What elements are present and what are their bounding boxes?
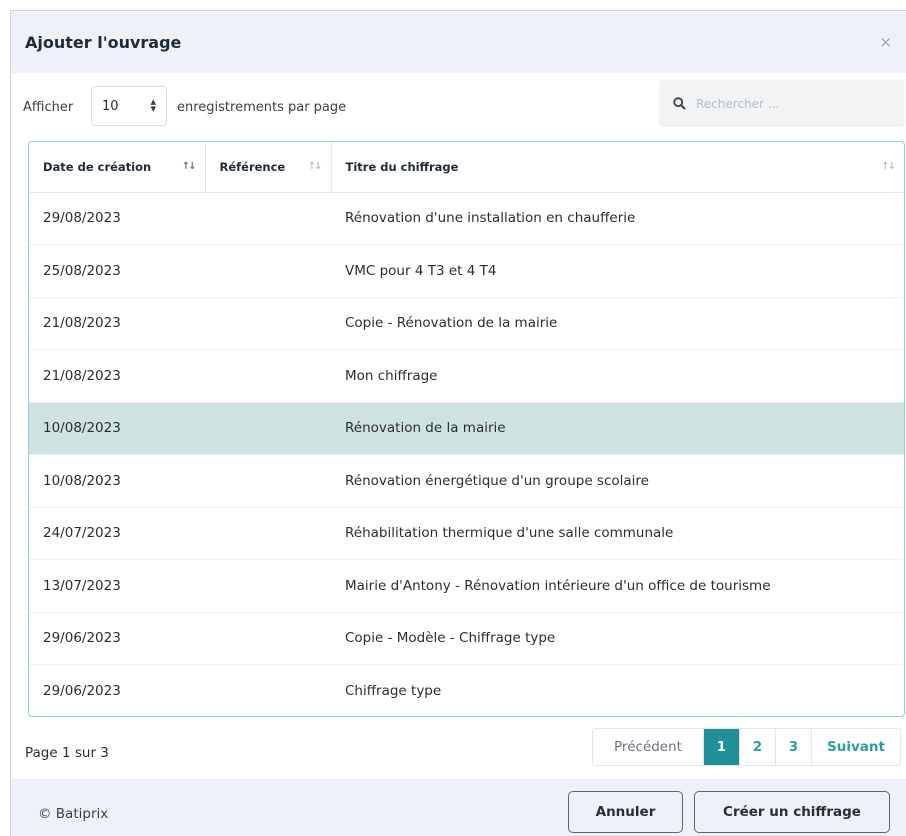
cell-reference bbox=[205, 349, 331, 403]
table-row[interactable]: 21/08/2023 Mon chiffrage bbox=[29, 349, 904, 403]
cell-reference bbox=[205, 665, 331, 717]
page-length-value: 10 bbox=[102, 98, 119, 114]
column-header-label: Date de création bbox=[43, 159, 152, 174]
page-2-button[interactable]: 2 bbox=[740, 729, 776, 765]
search-input[interactable] bbox=[696, 96, 876, 111]
page-1-button[interactable]: 1 bbox=[704, 729, 740, 765]
cell-reference bbox=[205, 402, 331, 455]
page-3-button[interactable]: 3 bbox=[776, 729, 812, 765]
cell-title: VMC pour 4 T3 et 4 T4 bbox=[331, 244, 904, 298]
select-arrows-icon: ▴ ▾ bbox=[150, 95, 156, 115]
table-row[interactable]: 24/07/2023 Réhabilitation thermique d'une… bbox=[29, 507, 904, 560]
cell-date: 24/07/2023 bbox=[29, 507, 205, 560]
table-header-row: Date de création ↑↓ Référence ↑↓ Titre d… bbox=[29, 142, 904, 193]
cell-title: Copie - Rénovation de la mairie bbox=[331, 297, 904, 350]
cell-title: Rénovation énergétique d'un groupe scola… bbox=[331, 454, 904, 508]
add-work-modal: Ajouter l'ouvrage × Afficher 10 ▴ ▾ enreg… bbox=[10, 10, 906, 836]
table-row[interactable]: 25/08/2023 VMC pour 4 T3 et 4 T4 bbox=[29, 244, 904, 298]
cell-reference bbox=[205, 507, 331, 560]
column-header-label: Référence bbox=[219, 159, 286, 174]
cell-date: 29/08/2023 bbox=[29, 192, 205, 245]
cell-reference bbox=[205, 559, 331, 613]
table-body: 29/08/2023 Rénovation d'une installation … bbox=[29, 192, 904, 717]
sort-icon: ↑↓ bbox=[181, 161, 197, 172]
modal-title: Ajouter l'ouvrage bbox=[25, 32, 182, 52]
cell-reference bbox=[205, 612, 331, 665]
modal-header: Ajouter l'ouvrage × bbox=[11, 11, 906, 73]
cell-reference bbox=[205, 297, 331, 350]
cell-date: 29/06/2023 bbox=[43, 683, 121, 699]
column-header-label: Titre du chiffrage bbox=[345, 159, 459, 174]
cell-title: Rénovation d'une installation en chauffe… bbox=[331, 192, 904, 245]
table-row[interactable]: 29/06/2023 Chiffrage type bbox=[29, 665, 904, 717]
estimates-table: Date de création ↑↓ Référence ↑↓ Titre d… bbox=[28, 141, 905, 717]
cell-title: Mairie d'Antony - Rénovation intérieure … bbox=[331, 559, 904, 613]
cell-date: 13/07/2023 bbox=[29, 559, 205, 613]
cell-title: Mon chiffrage bbox=[331, 349, 904, 403]
cell-date: 21/08/2023 bbox=[29, 349, 205, 403]
previous-page-button[interactable]: Précédent bbox=[593, 729, 704, 765]
pagination: Précédent 1 2 3 Suivant bbox=[592, 728, 901, 766]
search-icon bbox=[673, 97, 686, 110]
create-estimate-button[interactable]: Créer un chiffrage bbox=[694, 791, 890, 833]
cell-title: Copie - Modèle - Chiffrage type bbox=[331, 612, 904, 665]
table-row[interactable]: 21/08/2023 Copie - Rénovation de la mairi… bbox=[29, 297, 904, 350]
cell-reference bbox=[205, 192, 331, 245]
copyright: © Batiprix bbox=[38, 806, 109, 822]
page-info: Page 1 sur 3 bbox=[25, 745, 109, 761]
cell-date: 21/08/2023 bbox=[29, 297, 205, 350]
cell-title: Réhabilitation thermique d'une salle com… bbox=[331, 507, 904, 560]
close-icon[interactable]: × bbox=[879, 33, 892, 51]
cell-date: 10/08/2023 bbox=[29, 402, 205, 455]
table-row[interactable]: 13/07/2023 Mairie d'Antony - Rénovation i… bbox=[29, 559, 904, 613]
table-footer: Page 1 sur 3 Précédent 1 2 3 Suivant bbox=[11, 717, 906, 779]
cell-date: 29/06/2023 bbox=[29, 612, 205, 665]
table-row[interactable]: 10/08/2023 Rénovation énergétique d'un gr… bbox=[29, 454, 904, 508]
cell-reference bbox=[205, 454, 331, 508]
column-header-date[interactable]: Date de création ↑↓ bbox=[29, 142, 206, 193]
show-label: Afficher bbox=[23, 100, 74, 115]
modal-footer: © Batiprix Annuler Créer un chiffrage bbox=[11, 779, 906, 836]
sort-icon: ↑↓ bbox=[881, 161, 896, 172]
table-row[interactable]: 10/08/2023 Rénovation de la mairie bbox=[29, 402, 904, 455]
per-page-label: enregistrements par page bbox=[177, 100, 347, 115]
cell-title: Chiffrage type bbox=[345, 683, 442, 699]
table-row[interactable]: 29/06/2023 Copie - Modèle - Chiffrage typ… bbox=[29, 612, 904, 665]
column-header-title[interactable]: Titre du chiffrage ↑↓ bbox=[331, 142, 904, 193]
sort-icon: ↑↓ bbox=[307, 161, 323, 172]
search-box[interactable] bbox=[659, 80, 905, 127]
next-page-button[interactable]: Suivant bbox=[812, 729, 900, 765]
cell-reference bbox=[205, 244, 331, 298]
table-row[interactable]: 29/08/2023 Rénovation d'une installation … bbox=[29, 192, 904, 245]
cell-date: 10/08/2023 bbox=[29, 454, 205, 508]
cell-date: 25/08/2023 bbox=[29, 244, 205, 298]
cell-title: Rénovation de la mairie bbox=[331, 402, 904, 455]
cancel-button[interactable]: Annuler bbox=[568, 791, 683, 833]
column-header-reference[interactable]: Référence ↑↓ bbox=[205, 142, 332, 193]
table-toolbar: Afficher 10 ▴ ▾ enregistrements par page bbox=[11, 73, 906, 141]
page-length-select[interactable]: 10 ▴ ▾ bbox=[91, 86, 167, 126]
